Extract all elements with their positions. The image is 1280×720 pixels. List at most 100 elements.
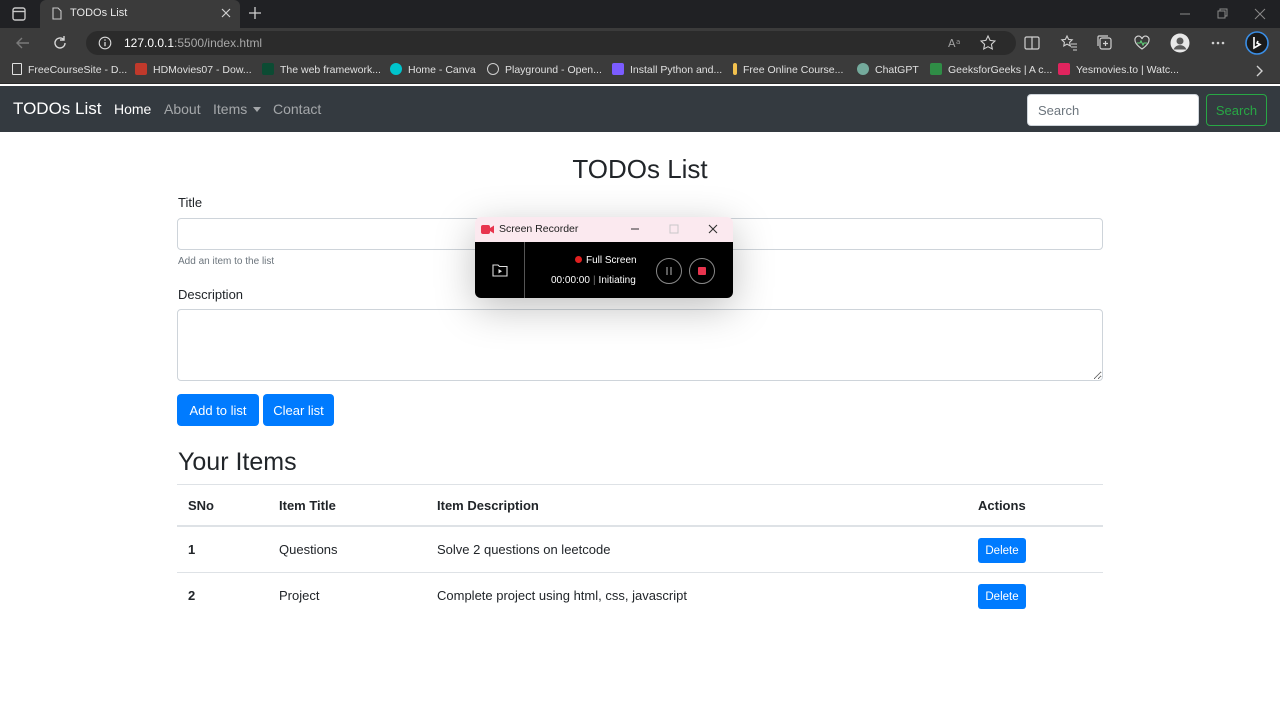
bookmark-item[interactable]: FreeCourseSite - D...	[12, 63, 127, 79]
hdmovies-favicon-icon	[135, 63, 147, 75]
description-label: Description	[178, 287, 244, 302]
pause-button[interactable]	[656, 258, 682, 284]
recorder-title-bar[interactable]: Screen Recorder	[475, 217, 733, 242]
cell-sno: 1	[188, 542, 196, 557]
add-to-list-button[interactable]: Add to list	[177, 394, 259, 426]
stop-button[interactable]	[689, 258, 715, 284]
nav-link-home[interactable]: Home	[114, 101, 151, 117]
copilot-icon[interactable]	[1245, 31, 1269, 55]
page-icon	[12, 63, 22, 75]
url-path: :5500/index.html	[174, 36, 263, 50]
bookmark-item[interactable]: ChatGPT	[857, 63, 919, 79]
recorder-body: Full Screen 00:00:00 | Initiating	[475, 242, 733, 298]
maximize-icon	[669, 224, 679, 234]
split-screen-icon[interactable]	[1023, 34, 1041, 52]
url-host: 127.0.0.1	[124, 36, 175, 50]
table-row: 2 Project Complete project using html, c…	[177, 573, 1103, 619]
column-header-item-description: Item Description	[437, 498, 539, 513]
profile-avatar-icon[interactable]	[1170, 33, 1190, 53]
video-camera-icon	[481, 225, 494, 234]
url-text: 127.0.0.1:5500/index.html	[124, 36, 262, 50]
favorite-star-icon[interactable]	[979, 34, 997, 52]
bookmark-item[interactable]: The web framework...	[262, 63, 381, 79]
description-textarea[interactable]	[177, 309, 1103, 381]
cell-item-description: Solve 2 questions on leetcode	[437, 542, 611, 557]
bookmark-item[interactable]: Playground - Open...	[487, 63, 602, 79]
page-title: TODOs List	[572, 154, 708, 184]
column-header-sno: SNo	[188, 498, 214, 513]
bookmark-item[interactable]: Home - Canva	[390, 63, 476, 79]
column-header-actions: Actions	[978, 498, 1026, 513]
items-table: SNo Item Title Item Description Actions …	[177, 484, 1103, 619]
your-items-heading: Your Items	[178, 448, 297, 476]
recorder-title: Screen Recorder	[499, 223, 579, 235]
cell-sno: 2	[188, 588, 196, 603]
browser-tab[interactable]: TODOs List	[40, 0, 240, 28]
minimize-icon[interactable]	[628, 222, 642, 236]
navbar-brand[interactable]: TODOs List	[13, 99, 101, 119]
browser-essentials-icon[interactable]	[1133, 34, 1151, 52]
search-button[interactable]: Search	[1206, 94, 1267, 126]
bookmark-item[interactable]: Install Python and...	[612, 63, 722, 79]
dropdown-caret-icon	[253, 107, 262, 112]
bookmark-item[interactable]: GeeksforGeeks | A c...	[930, 63, 1052, 79]
site-info-icon[interactable]	[98, 36, 112, 50]
cell-item-description: Complete project using html, css, javasc…	[437, 588, 687, 603]
delete-button[interactable]: Delete	[978, 538, 1026, 563]
cell-item-title: Questions	[279, 542, 338, 557]
status-separator: |	[592, 275, 596, 286]
title-help-text: Add an item to the list	[178, 256, 275, 267]
page-favicon-icon	[52, 7, 62, 20]
django-favicon-icon	[262, 63, 274, 75]
screen-recorder-window: Screen Recorder Full Screen 00:00:00 | Ini…	[475, 217, 733, 298]
bookmarks-bar: FreeCourseSite - D... HDMovies07 - Dow..…	[0, 58, 1280, 84]
minimize-window-icon[interactable]	[1176, 5, 1194, 23]
new-tab-icon[interactable]	[246, 4, 264, 22]
tab-close-icon[interactable]	[220, 6, 232, 20]
back-arrow-icon[interactable]	[14, 34, 32, 52]
browser-address-bar: 127.0.0.1:5500/index.html Aa	[0, 28, 1280, 58]
favorites-icon[interactable]	[1060, 34, 1078, 52]
recording-status: 00:00:00 | Initiating	[551, 275, 636, 286]
openai-favicon-icon	[487, 63, 499, 75]
delete-button[interactable]: Delete	[978, 584, 1026, 609]
tab-title: TODOs List	[70, 7, 128, 19]
nav-link-about[interactable]: About	[164, 101, 201, 117]
svg-text:a: a	[956, 38, 960, 46]
close-icon[interactable]	[706, 222, 720, 236]
python-install-favicon-icon	[612, 63, 624, 75]
yesmovies-favicon-icon	[1058, 63, 1070, 75]
cell-item-title: Project	[279, 588, 320, 603]
online-course-favicon-icon	[733, 63, 737, 75]
browser-tab-bar: TODOs List	[0, 0, 1280, 28]
site-navbar: TODOs List Home About Items Contact Sear…	[0, 86, 1280, 132]
geeksforgeeks-favicon-icon	[930, 63, 942, 75]
title-label: Title	[178, 195, 203, 210]
video-folder-icon[interactable]	[492, 263, 508, 277]
url-field[interactable]: 127.0.0.1:5500/index.html	[86, 31, 1016, 55]
refresh-icon[interactable]	[51, 34, 69, 52]
svg-text:A: A	[948, 37, 956, 50]
stop-icon	[698, 267, 706, 275]
recording-state: Initiating	[598, 275, 636, 286]
bookmark-item[interactable]: HDMovies07 - Dow...	[135, 63, 252, 79]
read-aloud-icon[interactable]: Aa	[946, 34, 964, 52]
search-input[interactable]	[1027, 94, 1199, 126]
nav-link-items[interactable]: Items	[213, 101, 262, 117]
clear-list-button[interactable]: Clear list	[263, 394, 334, 426]
restore-window-icon[interactable]	[1213, 5, 1231, 23]
column-header-item-title: Item Title	[279, 498, 336, 513]
pause-icon	[666, 267, 672, 275]
record-dot-icon	[575, 256, 582, 263]
recorder-divider	[524, 242, 525, 298]
more-options-icon[interactable]	[1209, 34, 1227, 52]
recording-mode[interactable]: Full Screen	[575, 255, 637, 266]
nav-link-contact[interactable]: Contact	[273, 101, 321, 117]
close-window-icon[interactable]	[1251, 5, 1269, 23]
chevron-right-icon[interactable]	[1252, 63, 1266, 79]
recording-time: 00:00:00	[551, 275, 590, 286]
bookmark-item[interactable]: Free Online Course...	[733, 63, 843, 79]
bookmark-item[interactable]: Yesmovies.to | Watc...	[1058, 63, 1179, 79]
tab-actions-icon[interactable]	[8, 5, 30, 23]
collections-icon[interactable]	[1096, 34, 1114, 52]
